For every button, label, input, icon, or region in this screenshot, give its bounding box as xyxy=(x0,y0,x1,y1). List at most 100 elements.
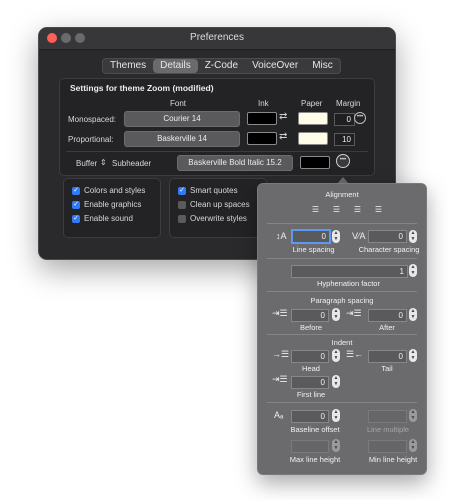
line-spacing-label: Line spacing xyxy=(292,245,335,254)
paragraph-style-popover: Alignment ☰ ☰ ☰ ☰ ↕A 0 ▲ ▼ Line spacing V… xyxy=(257,183,427,475)
tail-indent-stepper[interactable]: ▲ ▼ xyxy=(409,349,417,362)
baseline-offset-field[interactable]: 0 xyxy=(291,410,329,423)
swap-colors-icon[interactable]: ⇄ xyxy=(279,131,287,142)
monospaced-paper-swatch[interactable] xyxy=(298,112,328,125)
line-multiple-stepper[interactable]: ▲ ▼ xyxy=(409,409,417,422)
monospaced-font-button[interactable]: Courier 14 xyxy=(124,111,240,127)
divider xyxy=(267,291,417,292)
line-spacing-stepper[interactable]: ▲ ▼ xyxy=(332,230,340,243)
baseline-offset-label: Baseline offset xyxy=(290,425,340,434)
colors-and-styles-label: Colors and styles xyxy=(84,186,146,195)
baseline-offset-icon: Aₐ xyxy=(274,410,284,420)
min-line-height-field[interactable] xyxy=(368,440,407,453)
line-multiple-field[interactable] xyxy=(368,410,407,423)
colors-and-styles-checkbox[interactable]: ✓ xyxy=(72,187,80,195)
space-after-label: After xyxy=(379,323,395,332)
enable-graphics-label: Enable graphics xyxy=(84,200,142,209)
chevron-updown-icon[interactable]: ⇕ xyxy=(100,158,107,167)
tail-indent-label: Tail xyxy=(381,364,393,373)
tab-themes[interactable]: Themes xyxy=(103,59,153,73)
tab-z-code[interactable]: Z-Code xyxy=(198,59,245,73)
character-spacing-field[interactable]: 0 xyxy=(368,230,407,243)
first-line-indent-label: First line xyxy=(296,390,326,399)
tail-indent-field[interactable]: 0 xyxy=(368,350,407,363)
line-multiple-label: Line multiple xyxy=(366,425,410,434)
enable-sound-checkbox[interactable]: ✓ xyxy=(72,215,80,223)
hyphenation-factor-label: Hyphenation factor xyxy=(317,279,380,288)
line-spacing-icon: ↕A xyxy=(276,231,287,241)
ink-column-header: Ink xyxy=(258,99,269,108)
overwrite-styles-label: Overwrite styles xyxy=(190,214,247,223)
alignment-buttons: ☰ ☰ ☰ ☰ xyxy=(308,204,386,215)
space-before-stepper[interactable]: ▲ ▼ xyxy=(332,308,340,321)
text-options-box: ✓ Smart quotes Clean up spaces Overwrite… xyxy=(169,178,267,238)
divider xyxy=(267,258,417,259)
max-line-height-label: Max line height xyxy=(289,455,341,464)
style-options-button[interactable]: ••• xyxy=(336,154,350,168)
space-before-label: Before xyxy=(299,323,323,332)
divider xyxy=(267,334,417,335)
align-left-icon[interactable]: ☰ xyxy=(308,204,323,215)
tab-voiceover[interactable]: VoiceOver xyxy=(245,59,305,73)
head-indent-stepper[interactable]: ▲ ▼ xyxy=(332,349,340,362)
divider xyxy=(267,402,417,403)
proportional-ink-swatch[interactable] xyxy=(247,132,277,145)
alignment-heading: Alignment xyxy=(325,190,359,199)
style-ink-swatch[interactable] xyxy=(300,156,330,169)
space-after-icon: ⇥☰ xyxy=(346,308,362,318)
tab-misc[interactable]: Misc xyxy=(305,59,340,73)
hyphenation-factor-stepper[interactable]: ▲ ▼ xyxy=(409,264,417,277)
enable-sound-label: Enable sound xyxy=(84,214,133,223)
style-selector[interactable]: Subheader xyxy=(112,159,151,168)
monospaced-margin-field[interactable]: 0 xyxy=(334,113,355,126)
settings-heading: Settings for theme Zoom (modified) xyxy=(70,83,214,93)
space-after-field[interactable]: 0 xyxy=(368,309,407,322)
first-line-indent-stepper[interactable]: ▲ ▼ xyxy=(332,375,340,388)
title-bar: Preferences xyxy=(39,28,395,50)
baseline-offset-stepper[interactable]: ▲ ▼ xyxy=(332,409,340,422)
align-right-icon[interactable]: ☰ xyxy=(350,204,365,215)
space-after-stepper[interactable]: ▲ ▼ xyxy=(409,308,417,321)
character-spacing-label: Character spacing xyxy=(358,245,420,254)
tab-bar: Themes Details Z-Code VoiceOver Misc xyxy=(102,58,341,74)
indent-heading: Indent xyxy=(331,338,353,347)
max-line-height-stepper[interactable]: ▲ ▼ xyxy=(332,439,340,452)
tab-details[interactable]: Details xyxy=(153,59,198,73)
monospaced-label: Monospaced: xyxy=(68,115,117,124)
smart-quotes-label: Smart quotes xyxy=(190,186,238,195)
proportional-margin-field[interactable]: 10 xyxy=(334,133,355,146)
swap-colors-icon[interactable]: ⇄ xyxy=(279,111,287,122)
align-justify-icon[interactable]: ☰ xyxy=(371,204,386,215)
style-font-button[interactable]: Baskerville Bold Italic 15.2 xyxy=(177,155,293,171)
tail-indent-icon: ☰← xyxy=(346,349,364,359)
line-spacing-field[interactable]: 0 xyxy=(291,229,331,244)
smart-quotes-checkbox[interactable]: ✓ xyxy=(178,187,186,195)
space-before-field[interactable]: 0 xyxy=(291,309,329,322)
min-line-height-stepper[interactable]: ▲ ▼ xyxy=(409,439,417,452)
divider xyxy=(66,151,368,152)
clean-up-spaces-checkbox[interactable] xyxy=(178,201,186,209)
space-before-icon: ⇥☰ xyxy=(272,308,288,318)
paper-column-header: Paper xyxy=(301,99,323,108)
buffer-label: Buffer xyxy=(76,159,98,168)
overwrite-styles-checkbox[interactable] xyxy=(178,215,186,223)
align-center-icon[interactable]: ☰ xyxy=(329,204,344,215)
head-indent-icon: →☰ xyxy=(272,349,290,359)
enable-graphics-checkbox[interactable]: ✓ xyxy=(72,201,80,209)
proportional-label: Proportional: xyxy=(68,135,114,144)
proportional-paper-swatch[interactable] xyxy=(298,132,328,145)
paragraph-spacing-heading: Paragraph spacing xyxy=(310,296,374,305)
font-column-header: Font xyxy=(170,99,187,108)
first-line-indent-field[interactable]: 0 xyxy=(291,376,329,389)
character-spacing-stepper[interactable]: ▲ ▼ xyxy=(409,230,417,243)
more-options-icon[interactable]: ••• xyxy=(354,112,366,124)
proportional-font-button[interactable]: Baskerville 14 xyxy=(124,131,240,147)
theme-settings-box: Settings for theme Zoom (modified) Font … xyxy=(59,78,375,176)
hyphenation-factor-field[interactable]: 1 xyxy=(291,265,408,278)
min-line-height-label: Min line height xyxy=(368,455,418,464)
max-line-height-field[interactable] xyxy=(291,440,329,453)
head-indent-field[interactable]: 0 xyxy=(291,350,329,363)
head-indent-label: Head xyxy=(302,364,320,373)
monospaced-ink-swatch[interactable] xyxy=(247,112,277,125)
margin-column-header: Margin xyxy=(336,99,361,108)
